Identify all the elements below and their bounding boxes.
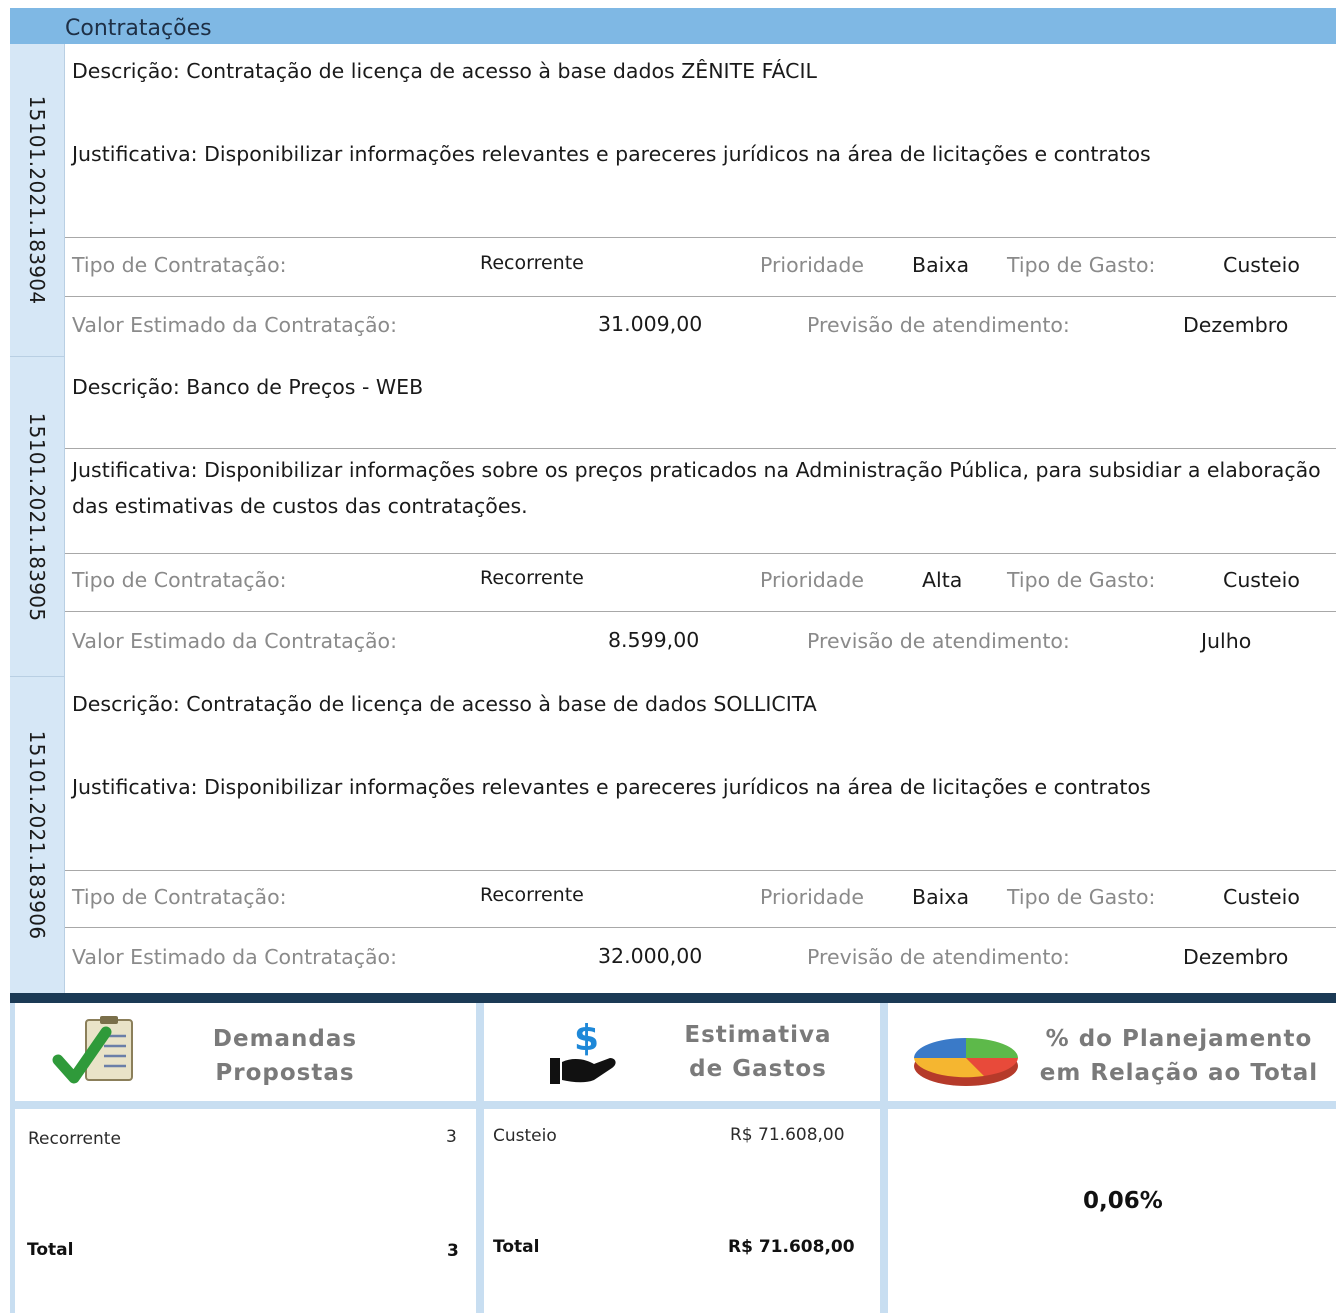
prioridade-label: Prioridade [760,568,864,592]
tipo-gasto-label: Tipo de Gasto: [1007,568,1156,592]
contract-item: 15101.2021.183904 Descrição: Contratação… [10,44,1336,357]
prioridade-label: Prioridade [760,253,864,277]
estimativa-row-value: R$ 71.608,00 [730,1125,845,1145]
divider [65,927,1336,928]
panel-border [476,1003,484,1313]
justificativa: Justificativa: Disponibilizar informaçõe… [72,458,1321,518]
divider [65,237,1336,238]
demandas-total-label: Total [27,1240,74,1260]
previsao-label: Previsão de atendimento: [807,629,1070,653]
tipo-gasto-value: Custeio [1223,253,1300,277]
demandas-row-label: Recorrente [28,1129,121,1149]
panel-border [880,1003,888,1313]
item-id: 15101.2021.183904 [25,95,49,305]
divider [65,296,1336,297]
previsao-value: Dezembro [1183,313,1289,337]
tipo-contratacao-value: Recorrente [480,884,584,906]
prioridade-label: Prioridade [760,885,864,909]
divider [65,553,1336,554]
svg-text:$: $ [574,1018,599,1059]
estimativa-row-label: Custeio [493,1126,557,1146]
item-id-sidebar: 15101.2021.183904 [10,44,65,357]
demandas-total-value: 3 [447,1241,459,1261]
prioridade-value: Baixa [912,885,970,909]
valor-estimado-value: 32.000,00 [598,944,703,968]
tipo-gasto-label: Tipo de Gasto: [1007,885,1156,909]
checklist-icon [52,1016,133,1084]
planejamento-title: % do Planejamento em Relação ao Total [1039,1026,1319,1086]
tipo-gasto-value: Custeio [1223,885,1300,909]
divider [65,448,1336,449]
panel-border [10,1003,15,1313]
item-id: 15101.2021.183905 [25,412,49,621]
previsao-value: Dezembro [1183,945,1289,969]
justificativa: Justificativa: Disponibilizar informaçõe… [72,775,1151,799]
previsao-label: Previsão de atendimento: [807,313,1070,337]
demandas-title: Demandas Propostas [212,1026,358,1086]
money-hand-icon: $ [550,1018,616,1084]
previsao-value: Julho [1201,629,1252,653]
tipo-contratacao-value: Recorrente [480,252,584,274]
tipo-gasto-label: Tipo de Gasto: [1007,253,1156,277]
demandas-row-value: 3 [446,1127,457,1147]
estimativa-title: Estimativa de Gastos [684,1022,832,1082]
panel-border [10,1101,1336,1109]
previsao-label: Previsão de atendimento: [807,945,1070,969]
tipo-contratacao-label: Tipo de Contratação: [72,253,287,277]
estimativa-total-label: Total [493,1237,540,1257]
estimativa-total-value: R$ 71.608,00 [728,1237,855,1257]
divider [65,870,1336,871]
pie-chart-icon [914,1038,1018,1086]
section-header: Contratações [10,8,1336,44]
contract-item: 15101.2021.183905 Descrição: Banco de Pr… [10,357,1336,677]
contract-item: 15101.2021.183906 Descrição: Contratação… [10,677,1336,993]
descricao: Descrição: Contratação de licença de ace… [72,59,817,83]
valor-estimado-label: Valor Estimado da Contratação: [72,313,397,337]
descricao: Descrição: Contratação de licença de ace… [72,692,817,716]
tipo-contratacao-label: Tipo de Contratação: [72,885,287,909]
tipo-gasto-value: Custeio [1223,568,1300,592]
item-id: 15101.2021.183906 [25,730,49,940]
valor-estimado-value: 8.599,00 [608,628,700,652]
prioridade-value: Alta [922,568,963,592]
descricao: Descrição: Banco de Preços - WEB [72,375,424,399]
valor-estimado-label: Valor Estimado da Contratação: [72,945,397,969]
prioridade-value: Baixa [912,253,970,277]
valor-estimado-label: Valor Estimado da Contratação: [72,629,397,653]
valor-estimado-value: 31.009,00 [598,312,703,336]
planejamento-value: 0,06% [1083,1188,1163,1214]
justificativa: Justificativa: Disponibilizar informaçõe… [72,142,1151,166]
section-title: Contratações [65,16,212,41]
divider [65,611,1336,612]
item-id-sidebar: 15101.2021.183906 [10,677,65,993]
tipo-contratacao-value: Recorrente [480,567,584,589]
item-id-sidebar: 15101.2021.183905 [10,357,65,677]
tipo-contratacao-label: Tipo de Contratação: [72,568,287,592]
summary-divider [10,993,1336,1003]
